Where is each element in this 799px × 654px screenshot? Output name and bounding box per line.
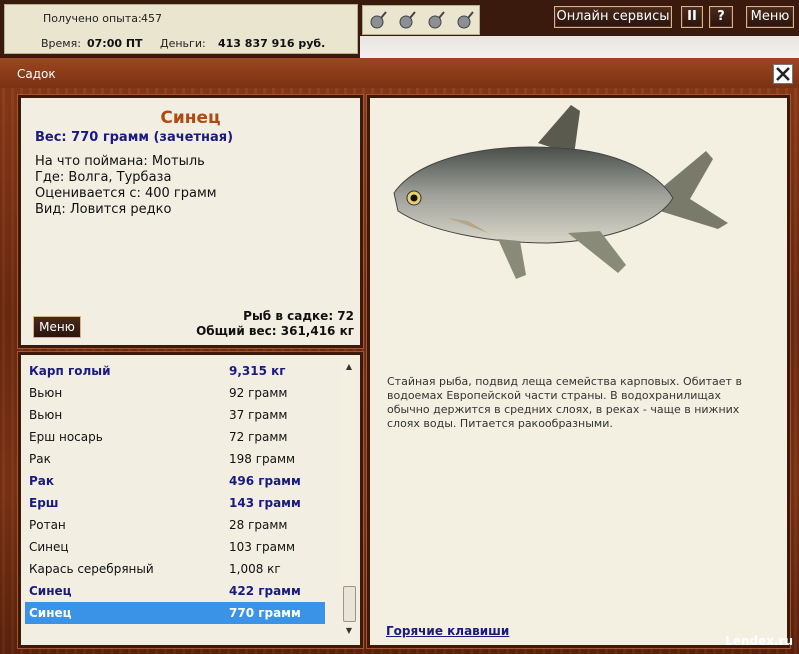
money-value: 413 837 916 руб.	[218, 37, 326, 50]
list-item[interactable]: Рак 198 грамм	[25, 448, 325, 470]
fish-item-name: Вьюн	[29, 386, 63, 400]
scroll-down-icon[interactable]: ▼	[342, 624, 356, 638]
fish-item-weight: 770 грамм	[229, 606, 301, 620]
list-item[interactable]: Синец 422 грамм	[25, 580, 325, 602]
bait-icon[interactable]	[426, 10, 446, 30]
fish-item-name: Вьюн	[29, 408, 63, 422]
fish-valued: Оценивается с: 400 грамм	[35, 186, 217, 201]
time-value: 07:00 ПТ	[87, 37, 143, 50]
menu-button[interactable]: Меню	[746, 6, 794, 28]
fish-count: Рыб в садке: 72	[243, 309, 354, 323]
fish-item-weight: 198 грамм	[229, 452, 296, 466]
player-stats-panel: Получено опыта: 457 Время: 07:00 ПТ День…	[4, 4, 358, 54]
fish-item-name: Ерш носарь	[29, 430, 103, 444]
hotkeys-link[interactable]: Горячие клавиши	[386, 624, 509, 638]
fish-item-weight: 28 грамм	[229, 518, 288, 532]
fish-item-weight: 422 грамм	[229, 584, 301, 598]
fish-description: Стайная рыба, подвид леща семейства карп…	[387, 375, 742, 430]
fish-item-weight: 9,315 кг	[229, 364, 286, 378]
fish-info-panel: Синец Вес: 770 грамм (зачетная) На что п…	[18, 95, 363, 348]
fish-item-weight: 143 грамм	[229, 496, 301, 510]
list-item[interactable]: Вьюн 92 грамм	[25, 382, 325, 404]
sky-strip	[360, 36, 799, 58]
fish-item-weight: 496 грамм	[229, 474, 301, 488]
fish-bait: На что поймана: Мотыль	[35, 154, 205, 169]
fish-name: Синец	[160, 108, 221, 128]
xp-value: 457	[141, 12, 162, 25]
pause-button[interactable]: II	[681, 6, 703, 28]
money-label: Деньги:	[160, 37, 206, 50]
top-bar: Получено опыта: 457 Время: 07:00 ПТ День…	[0, 0, 799, 58]
catch-list: Карп голый 9,315 кг Вьюн 92 грамм Вьюн 37 гра…	[25, 360, 325, 624]
fish-image	[393, 105, 728, 279]
fish-item-name: Синец	[29, 606, 72, 620]
window-titlebar: Садок	[0, 58, 799, 88]
bait-icon[interactable]	[455, 10, 475, 30]
scroll-up-icon[interactable]: ▲	[342, 360, 356, 374]
fish-item-weight: 37 грамм	[229, 408, 288, 422]
list-item[interactable]: Синец 103 грамм	[25, 536, 325, 558]
list-item[interactable]: Карась серебряный 1,008 кг	[25, 558, 325, 580]
scroll-thumb[interactable]	[343, 586, 356, 622]
list-item[interactable]: Ерш носарь 72 грамм	[25, 426, 325, 448]
list-item[interactable]: Карп голый 9,315 кг	[25, 360, 325, 382]
fish-item-name: Ротан	[29, 518, 66, 532]
close-icon	[776, 67, 790, 81]
window-title: Садок	[17, 67, 56, 81]
fish-item-weight: 92 грамм	[229, 386, 288, 400]
fish-place: Где: Волга, Турбаза	[35, 170, 172, 185]
bait-icon[interactable]	[397, 10, 417, 30]
fish-item-name: Карп голый	[29, 364, 111, 378]
fish-kind: Вид: Ловится редко	[35, 202, 172, 217]
xp-label: Получено опыта:	[43, 12, 142, 25]
fish-item-weight: 103 грамм	[229, 540, 296, 554]
online-services-button[interactable]: Онлайн сервисы	[554, 6, 672, 28]
watermark: Lendex.ru	[725, 634, 793, 648]
list-item[interactable]: Ерш 143 грамм	[25, 492, 325, 514]
scrollbar[interactable]: ▲ ▼	[342, 360, 356, 638]
fish-item-name: Ерш	[29, 496, 59, 510]
total-weight: Общий вес: 361,416 кг	[196, 324, 354, 338]
close-button[interactable]	[773, 64, 793, 84]
bait-slots[interactable]	[362, 5, 480, 35]
bait-icon[interactable]	[368, 10, 388, 30]
fish-item-name: Синец	[29, 540, 69, 554]
fish-item-weight: 1,008 кг	[229, 562, 281, 576]
fish-item-name: Рак	[29, 452, 51, 466]
fish-item-name: Карась серебряный	[29, 562, 154, 576]
fish-item-name: Рак	[29, 474, 55, 488]
catch-list-panel: Карп голый 9,315 кг Вьюн 92 грамм Вьюн 37 гра…	[18, 352, 363, 648]
list-item[interactable]: Ротан 28 грамм	[25, 514, 325, 536]
list-item[interactable]: Синец 770 грамм	[25, 602, 325, 624]
help-button[interactable]: ?	[709, 6, 733, 28]
fish-weight: Вес: 770 грамм (зачетная)	[35, 130, 234, 145]
fish-item-weight: 72 грамм	[229, 430, 288, 444]
time-label: Время:	[41, 37, 81, 50]
list-item[interactable]: Вьюн 37 грамм	[25, 404, 325, 426]
fish-image-panel: Стайная рыба, подвид леща семейства карп…	[367, 95, 790, 648]
fish-menu-button[interactable]: Меню	[33, 316, 81, 338]
fish-item-name: Синец	[29, 584, 72, 598]
list-item[interactable]: Рак 496 грамм	[25, 470, 325, 492]
